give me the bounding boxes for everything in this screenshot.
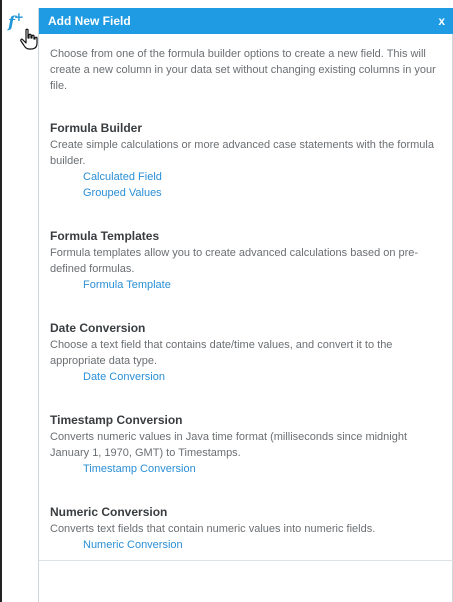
section-title: Timestamp Conversion: [50, 413, 183, 427]
section-description: Choose a text field that contains date/t…: [50, 339, 393, 367]
intro-text: Choose from one of the formula builder o…: [50, 48, 436, 92]
panel-body: Choose from one of the formula builder o…: [50, 46, 448, 580]
date-conversion-link[interactable]: Date Conversion: [83, 369, 448, 385]
section-title: Formula Templates: [50, 229, 160, 243]
left-toolbar: f+: [0, 0, 38, 602]
section-title: Formula Builder: [50, 121, 143, 135]
f-plus-icon[interactable]: f+: [8, 6, 36, 31]
section-description: Formula templates allow you to create ad…: [50, 247, 419, 275]
hand-pointer-icon: [20, 28, 38, 50]
panel-title: Add New Field: [48, 14, 131, 28]
section-description: Create simple calculations or more advan…: [50, 139, 434, 167]
calculated-field-link[interactable]: Calculated Field: [83, 169, 448, 185]
panel-header: Add New Field x: [39, 8, 453, 34]
timestamp-conversion-link[interactable]: Timestamp Conversion: [83, 461, 448, 477]
app-frame: f+ Add New Field x Choose from one of th…: [0, 0, 453, 602]
section-formula-templates: Formula Templates Formula templates allo…: [50, 228, 448, 293]
close-button[interactable]: x: [438, 13, 445, 29]
footer-divider: [39, 560, 453, 561]
section-numeric-conversion: Numeric Conversion Converts text fields …: [50, 504, 448, 553]
formula-template-link[interactable]: Formula Template: [83, 277, 448, 293]
grouped-values-link[interactable]: Grouped Values: [83, 185, 448, 201]
section-date-conversion: Date Conversion Choose a text field that…: [50, 320, 448, 385]
numeric-conversion-link[interactable]: Numeric Conversion: [83, 537, 448, 553]
section-title: Numeric Conversion: [50, 505, 168, 519]
section-title: Date Conversion: [50, 321, 146, 335]
section-description: Converts numeric values in Java time for…: [50, 431, 408, 459]
section-formula-builder: Formula Builder Create simple calculatio…: [50, 120, 448, 201]
section-description: Converts text fields that contain numeri…: [50, 523, 376, 535]
add-new-field-panel: Add New Field x Choose from one of the f…: [38, 8, 453, 602]
section-timestamp-conversion: Timestamp Conversion Converts numeric va…: [50, 412, 448, 477]
